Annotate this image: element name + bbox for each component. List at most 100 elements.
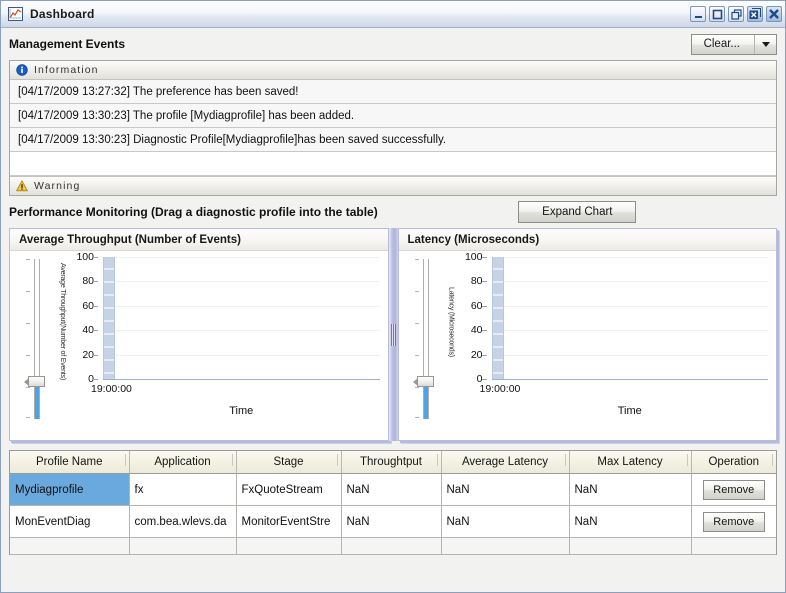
cell-profile-name[interactable]: Mydiagprofile bbox=[10, 473, 130, 506]
management-events-header: Management Events Clear... bbox=[9, 28, 777, 60]
header-label: Max Latency bbox=[597, 456, 663, 468]
header-label: Profile Name bbox=[36, 456, 103, 468]
latency-chart-body: Threshold Latency (Microseconds) 100 80 … bbox=[399, 251, 777, 440]
column-header-throughtput[interactable]: Throughtput bbox=[341, 451, 442, 474]
header-label: Stage bbox=[273, 456, 304, 468]
clear-dropdown-toggle[interactable] bbox=[754, 34, 776, 54]
window-buttons bbox=[690, 6, 782, 22]
profiles-table: Profile Name Application Stage Throughtp… bbox=[10, 451, 776, 555]
cell-stage[interactable]: MonitorEventStre bbox=[236, 505, 342, 538]
cell-max-latency[interactable]: NaN bbox=[569, 505, 692, 538]
cell-profile-name[interactable]: MonEventDiag bbox=[10, 505, 130, 538]
table-header-row: Profile Name Application Stage Throughtp… bbox=[10, 451, 776, 474]
x-axis-label: Time bbox=[229, 405, 254, 417]
chevron-down-icon bbox=[761, 41, 770, 47]
slider-thumb[interactable] bbox=[412, 376, 434, 387]
cell-application[interactable]: fx bbox=[129, 473, 237, 506]
time-range-slider[interactable] bbox=[412, 259, 437, 419]
expand-chart-button[interactable]: Expand Chart bbox=[518, 201, 637, 223]
clear-button-label: Clear... bbox=[703, 38, 740, 50]
average-throughput-plot: Average Throughput(Number of Events) 100… bbox=[56, 251, 382, 436]
x-tick-label: 19:00:00 bbox=[479, 383, 521, 395]
cell-empty bbox=[691, 537, 776, 555]
information-group-header[interactable]: Information bbox=[10, 61, 776, 80]
warning-group-label: Warning bbox=[34, 180, 81, 192]
cell-empty bbox=[569, 537, 692, 555]
maximize-button[interactable] bbox=[709, 6, 725, 22]
column-header-max-latency[interactable]: Max Latency bbox=[569, 451, 692, 474]
data-bar bbox=[103, 257, 115, 379]
minimize-button[interactable] bbox=[690, 6, 706, 22]
list-item[interactable]: [04/17/2009 13:30:23] The profile [Mydia… bbox=[10, 104, 776, 128]
cell-throughtput[interactable]: NaN bbox=[341, 505, 442, 538]
latency-chart-panel: Latency (Microseconds) Threshold bbox=[397, 228, 777, 441]
close-button[interactable] bbox=[766, 6, 782, 22]
y-axis-label: Average Throughput(Number of Events) bbox=[59, 263, 66, 381]
cell-stage[interactable]: FxQuoteStream bbox=[236, 473, 342, 506]
table-row-empty[interactable] bbox=[10, 537, 776, 555]
y-tick-label: 100 bbox=[464, 251, 483, 263]
average-throughput-chart-title: Average Throughput (Number of Events) bbox=[10, 229, 388, 251]
latency-plot: Latency (Microseconds) 100 80 60 40 20 0… bbox=[445, 251, 771, 436]
cell-empty bbox=[341, 537, 442, 555]
charts-split-pane: Average Throughput (Number of Events) Av… bbox=[9, 228, 777, 441]
list-item[interactable] bbox=[10, 152, 776, 176]
header-label: Application bbox=[154, 456, 211, 468]
average-throughput-chart-panel: Average Throughput (Number of Events) Av… bbox=[9, 228, 389, 441]
list-item[interactable]: [04/17/2009 13:27:32] The preference has… bbox=[10, 80, 776, 104]
data-bar bbox=[491, 257, 504, 379]
slider-ticks bbox=[26, 259, 31, 419]
warning-icon bbox=[16, 180, 28, 192]
close-box-button[interactable] bbox=[747, 6, 763, 22]
chart-icon bbox=[8, 7, 23, 21]
header-label: Throughtput bbox=[359, 456, 422, 468]
clear-button[interactable]: Clear... bbox=[690, 33, 777, 55]
slider-thumb[interactable] bbox=[24, 376, 45, 387]
cell-empty bbox=[10, 537, 130, 555]
slider-fill bbox=[35, 383, 39, 419]
dashboard-content: Management Events Clear... Information [… bbox=[1, 28, 785, 592]
column-header-application[interactable]: Application bbox=[129, 451, 237, 474]
plot-area bbox=[103, 257, 380, 380]
cell-operation: Remove bbox=[691, 473, 776, 506]
y-axis-label: Latency (Microseconds) bbox=[447, 287, 455, 357]
dashboard-window: Dashboard Management Events Clear... Inf… bbox=[0, 0, 786, 593]
cell-max-latency[interactable]: NaN bbox=[569, 473, 692, 506]
management-events-panel: Information [04/17/2009 13:27:32] The pr… bbox=[9, 60, 777, 196]
table-row[interactable]: MonEventDiag com.bea.wlevs.da MonitorEve… bbox=[10, 505, 776, 538]
slider-ticks bbox=[414, 259, 420, 419]
table-row[interactable]: Mydiagprofile fx FxQuoteStream NaN NaN N… bbox=[10, 473, 776, 506]
column-header-operation[interactable]: Operation bbox=[691, 451, 776, 474]
window-title: Dashboard bbox=[30, 7, 95, 21]
information-message-list: [04/17/2009 13:27:32] The preference has… bbox=[10, 80, 776, 176]
cell-throughtput[interactable]: NaN bbox=[341, 473, 442, 506]
performance-monitoring-title: Performance Monitoring (Drag a diagnosti… bbox=[9, 205, 378, 219]
restore-button[interactable] bbox=[728, 6, 744, 22]
plot-area bbox=[491, 257, 768, 380]
chart-split-divider[interactable] bbox=[388, 228, 398, 441]
title-bar: Dashboard bbox=[1, 1, 785, 28]
x-tick-label: 19:00:00 bbox=[91, 383, 132, 395]
info-icon bbox=[16, 64, 28, 76]
column-header-average-latency[interactable]: Average Latency bbox=[441, 451, 570, 474]
cell-application[interactable]: com.bea.wlevs.da bbox=[129, 505, 237, 538]
divider-grip bbox=[390, 323, 396, 346]
latency-chart-title: Latency (Microseconds) bbox=[398, 229, 776, 251]
profiles-table-container: Profile Name Application Stage Throughtp… bbox=[9, 450, 777, 555]
header-label: Operation bbox=[708, 456, 759, 468]
performance-monitoring-header: Performance Monitoring (Drag a diagnosti… bbox=[9, 196, 777, 228]
list-item[interactable]: [04/17/2009 13:30:23] Diagnostic Profile… bbox=[10, 128, 776, 152]
remove-button[interactable]: Remove bbox=[702, 511, 765, 532]
column-header-profile-name[interactable]: Profile Name bbox=[10, 451, 130, 474]
remove-button[interactable]: Remove bbox=[702, 479, 765, 500]
cell-empty bbox=[441, 537, 570, 555]
cell-empty bbox=[129, 537, 237, 555]
average-throughput-chart-body: Average Throughput(Number of Events) 100… bbox=[10, 251, 388, 440]
column-header-stage[interactable]: Stage bbox=[236, 451, 342, 474]
time-range-slider[interactable] bbox=[24, 259, 48, 419]
cell-empty bbox=[236, 537, 342, 555]
y-axis-ticks: 100 80 60 40 20 0 bbox=[457, 251, 487, 385]
cell-average-latency[interactable]: NaN bbox=[441, 505, 570, 538]
cell-average-latency[interactable]: NaN bbox=[441, 473, 570, 506]
warning-group-header[interactable]: Warning bbox=[10, 176, 776, 195]
